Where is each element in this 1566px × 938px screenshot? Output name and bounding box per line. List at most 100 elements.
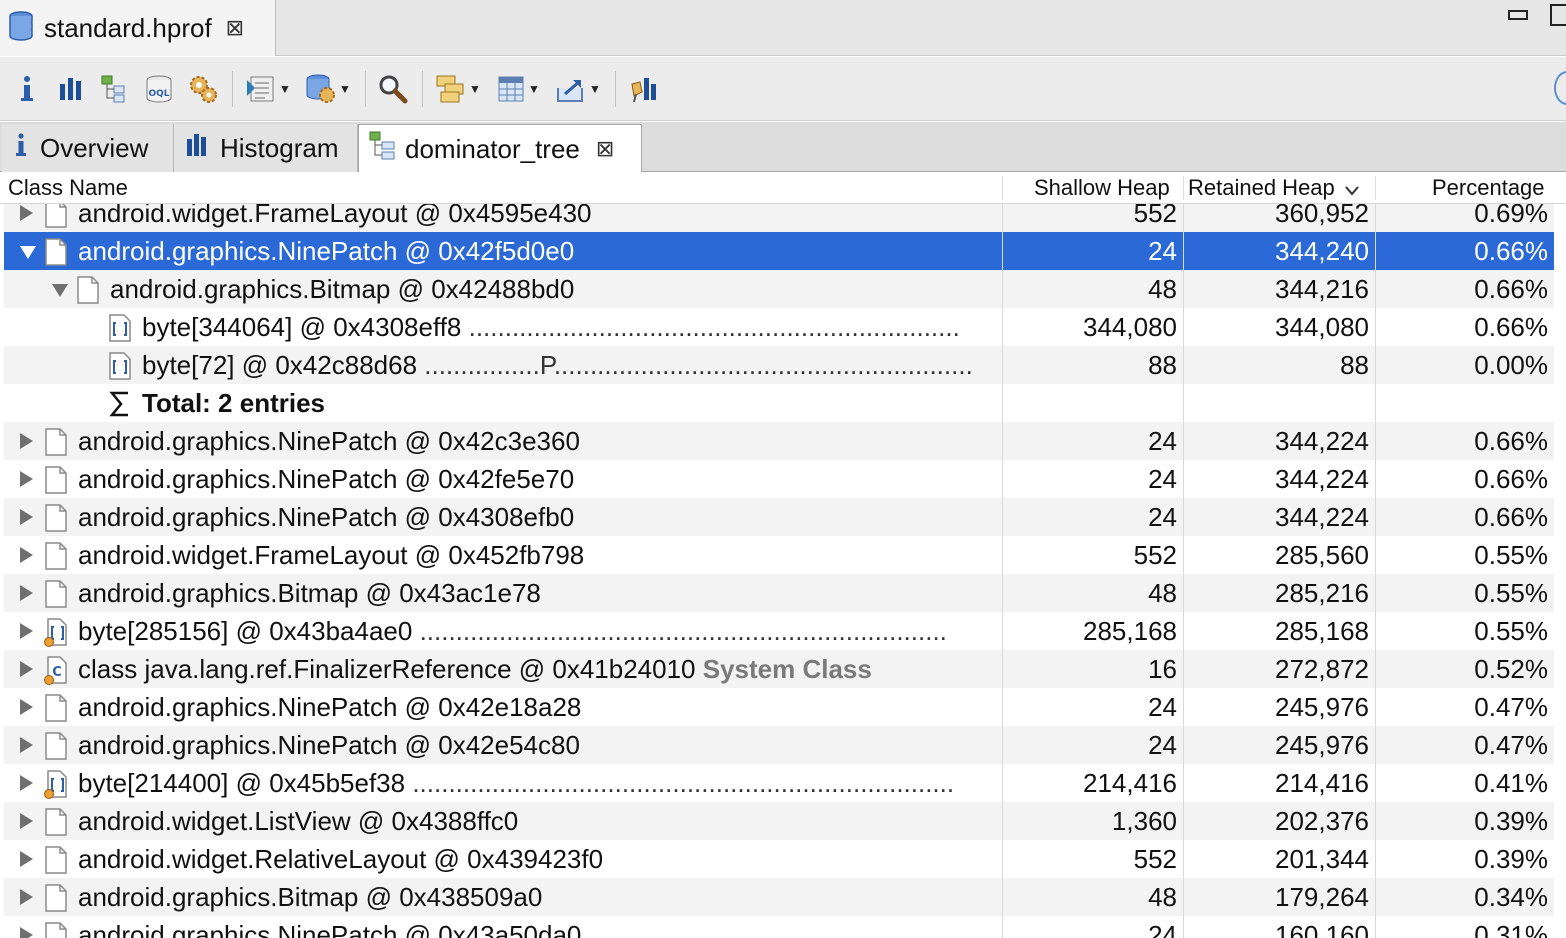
table-row[interactable]: android.widget.ListView @ 0x4388ffc0 1,36… [4, 802, 1554, 840]
table-row[interactable]: byte[72] @ 0x42c88d68 ................P.… [4, 346, 1554, 384]
cell-class-name: android.graphics.NinePatch @ 0x42f5d0e0 [4, 232, 1002, 270]
cell-shallow-heap: 552 [1133, 540, 1177, 570]
cell-retained-heap: 344,224 [1275, 502, 1369, 532]
table-row[interactable]: Cclass java.lang.ref.FinalizerReference … [4, 650, 1554, 688]
group-by-icon[interactable]: ▼ [433, 72, 483, 106]
expand-arrow-icon[interactable] [20, 547, 33, 563]
search-icon[interactable] [376, 72, 410, 106]
expand-arrow-icon[interactable] [20, 661, 33, 677]
table-row[interactable]: byte[214400] @ 0x45b5ef38 ..............… [4, 764, 1554, 802]
cell-retained-heap: 245,976 [1275, 730, 1369, 760]
table-row[interactable]: byte[344064] @ 0x4308eff8 ..............… [4, 308, 1554, 346]
class-name-label: android.graphics.NinePatch @ 0x42e54c80 [78, 730, 580, 760]
cell-retained-heap: 285,560 [1275, 540, 1369, 570]
cell-percentage: 0.47% [1474, 730, 1548, 760]
cell-percentage: 0.66% [1474, 274, 1548, 304]
cell-retained-heap: 344,216 [1275, 274, 1369, 304]
expand-arrow-icon[interactable] [20, 471, 33, 487]
table-row[interactable]: android.graphics.Bitmap @ 0x42488bd0 48 34… [4, 270, 1554, 308]
cell-percentage: 0.55% [1474, 616, 1548, 646]
table-row[interactable]: android.graphics.Bitmap @ 0x43ac1e78 48 28… [4, 574, 1554, 612]
cell-class-name: byte[72] @ 0x42c88d68 ................P.… [4, 346, 1002, 384]
expand-arrow-icon[interactable] [20, 851, 33, 867]
expand-arrow-icon[interactable] [20, 813, 33, 829]
minimize-icon[interactable] [1508, 10, 1528, 20]
cell-class-name: android.graphics.NinePatch @ 0x42c3e360 [4, 422, 1002, 460]
table-row[interactable]: android.graphics.NinePatch @ 0x43a50da0 2… [4, 916, 1554, 938]
calculate-retained-icon[interactable]: ▼ [493, 72, 543, 106]
editor-tab-standard-hprof[interactable]: standard.hprof ⊠ [0, 0, 276, 56]
column-header-percentage[interactable]: Percentage [1432, 174, 1545, 202]
cell-percentage: 0.69% [1474, 204, 1548, 228]
object-icon [44, 921, 72, 938]
expand-arrow-icon[interactable] [20, 699, 33, 715]
cell-retained-heap: 344,224 [1275, 426, 1369, 456]
column-divider[interactable] [1002, 176, 1003, 200]
table-row[interactable]: android.graphics.NinePatch @ 0x42e18a28 2… [4, 688, 1554, 726]
table-row[interactable]: android.graphics.NinePatch @ 0x42f5d0e0 2… [4, 232, 1554, 270]
column-header-retained-heap[interactable]: Retained Heap [1188, 174, 1359, 202]
pin-icon[interactable] [626, 72, 660, 106]
expand-arrow-icon[interactable] [20, 737, 33, 753]
svg-text:OQL: OQL [148, 89, 169, 99]
cell-shallow-heap: 24 [1148, 692, 1177, 722]
expand-arrow-icon[interactable] [20, 775, 33, 791]
column-header-class-name[interactable]: Class Name [8, 174, 128, 202]
toolbar-separator [365, 70, 366, 107]
expand-arrow-icon[interactable] [20, 927, 33, 938]
cell-shallow-heap: 16 [1148, 654, 1177, 684]
expand-arrow-icon[interactable] [20, 623, 33, 639]
tab-overview[interactable]: Overview [2, 124, 174, 172]
dominator-tree-table[interactable]: android.graphics.NinePatch @ 0x43a50da0 2… [4, 204, 1554, 938]
table-row[interactable]: android.widget.FrameLayout @ 0x4595e430 5… [4, 204, 1554, 232]
toolbar-separator [422, 70, 423, 107]
dominator-tree-icon[interactable] [98, 72, 132, 106]
object-icon [44, 579, 72, 609]
string-preview: ................P.......................… [417, 350, 973, 380]
close-icon[interactable]: ⊠ [226, 15, 244, 41]
class-name-label: class java.lang.ref.FinalizerReference @… [78, 654, 696, 684]
collapse-arrow-icon[interactable] [52, 284, 68, 297]
histogram-icon[interactable] [54, 72, 88, 106]
collapse-arrow-icon[interactable] [20, 246, 36, 259]
class-name-label: byte[72] @ 0x42c88d68 [142, 350, 418, 380]
table-row[interactable]: android.graphics.NinePatch @ 0x42e54c80 2… [4, 726, 1554, 764]
tab-histogram[interactable]: Histogram [174, 124, 358, 172]
gc-root-class-icon: C [44, 655, 72, 685]
table-row[interactable]: android.graphics.NinePatch @ 0x42c3e360 2… [4, 422, 1554, 460]
object-query-icon[interactable]: ▼ [303, 72, 353, 106]
cell-shallow-heap: 552 [1133, 204, 1177, 228]
table-row[interactable]: android.graphics.Bitmap @ 0x438509a0 48 17… [4, 878, 1554, 916]
query-browser-icon[interactable]: ▼ [243, 72, 293, 106]
table-row[interactable]: android.graphics.NinePatch @ 0x42fe5e70 2… [4, 460, 1554, 498]
cell-class-name: android.graphics.NinePatch @ 0x42e54c80 [4, 726, 1002, 764]
expand-arrow-icon[interactable] [20, 433, 33, 449]
class-name-label: android.graphics.NinePatch @ 0x43a50da0 [78, 920, 582, 938]
sum-icon [108, 389, 136, 419]
toolbar: OQL ▼ ▼ ▼ ▼ ▼ [0, 57, 1566, 121]
expand-arrow-icon[interactable] [20, 509, 33, 525]
maximize-icon[interactable] [1550, 4, 1566, 26]
expand-arrow-icon[interactable] [20, 889, 33, 905]
cell-retained-heap: 344,080 [1275, 312, 1369, 342]
cell-retained-heap: 179,264 [1275, 882, 1369, 912]
table-row[interactable]: android.widget.RelativeLayout @ 0x439423… [4, 840, 1554, 878]
column-header-shallow-heap[interactable]: Shallow Heap [1034, 174, 1170, 202]
column-divider[interactable] [1183, 176, 1184, 200]
heap-dump-icon [8, 10, 34, 47]
info-icon[interactable] [10, 72, 44, 106]
close-icon[interactable]: ⊠ [596, 136, 614, 162]
table-row[interactable]: byte[285156] @ 0x43ba4ae0 ..............… [4, 612, 1554, 650]
heap-dump-overview-icon[interactable] [186, 72, 220, 106]
table-row[interactable]: android.graphics.NinePatch @ 0x4308efb0 2… [4, 498, 1554, 536]
export-icon[interactable]: ▼ [553, 72, 603, 106]
expand-arrow-icon[interactable] [20, 205, 33, 221]
object-icon [44, 541, 72, 571]
expand-arrow-icon[interactable] [20, 585, 33, 601]
oql-icon[interactable]: OQL [142, 72, 176, 106]
column-divider[interactable] [1375, 176, 1376, 200]
table-row[interactable]: android.widget.FrameLayout @ 0x452fb798 5… [4, 536, 1554, 574]
refresh-icon[interactable] [1554, 71, 1566, 105]
tab-dominator-tree[interactable]: dominator_tree ⊠ [358, 124, 642, 173]
table-row[interactable]: Total: 2 entries [4, 384, 1554, 422]
